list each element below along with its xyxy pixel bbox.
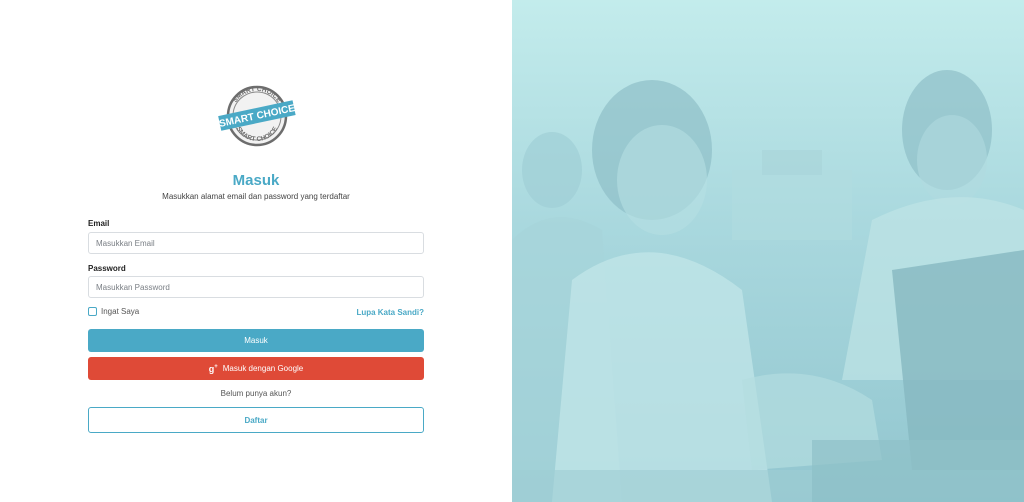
remember-me[interactable]: Ingat Saya: [88, 307, 139, 316]
google-login-button[interactable]: g+ Masuk dengan Google: [88, 357, 424, 380]
remember-checkbox[interactable]: [88, 307, 97, 316]
login-button[interactable]: Masuk: [88, 329, 424, 352]
classroom-photo: [512, 70, 1024, 502]
remember-label: Ingat Saya: [101, 307, 140, 316]
password-field[interactable]: [88, 276, 424, 298]
register-button-label: Daftar: [244, 415, 268, 425]
password-label: Password: [88, 264, 126, 273]
register-button[interactable]: Daftar: [88, 407, 424, 433]
forgot-password-link[interactable]: Lupa Kata Sandi?: [340, 308, 424, 317]
page-title: Masuk: [232, 172, 280, 189]
login-panel: SMART CHOICE SMART CHOICE SMART CHOICE M…: [0, 0, 512, 502]
hero-image-panel: [512, 0, 1024, 502]
email-field[interactable]: [88, 232, 424, 254]
google-login-label: Masuk dengan Google: [222, 364, 304, 373]
login-button-label: Masuk: [244, 336, 268, 345]
smart-choice-logo: SMART CHOICE SMART CHOICE SMART CHOICE: [218, 85, 296, 147]
email-label: Email: [88, 219, 110, 228]
page-subtitle: Masukkan alamat email dan password yang …: [162, 192, 350, 201]
google-plus-icon: g+: [208, 363, 218, 374]
no-account-text: Belum punya akun?: [220, 389, 292, 398]
